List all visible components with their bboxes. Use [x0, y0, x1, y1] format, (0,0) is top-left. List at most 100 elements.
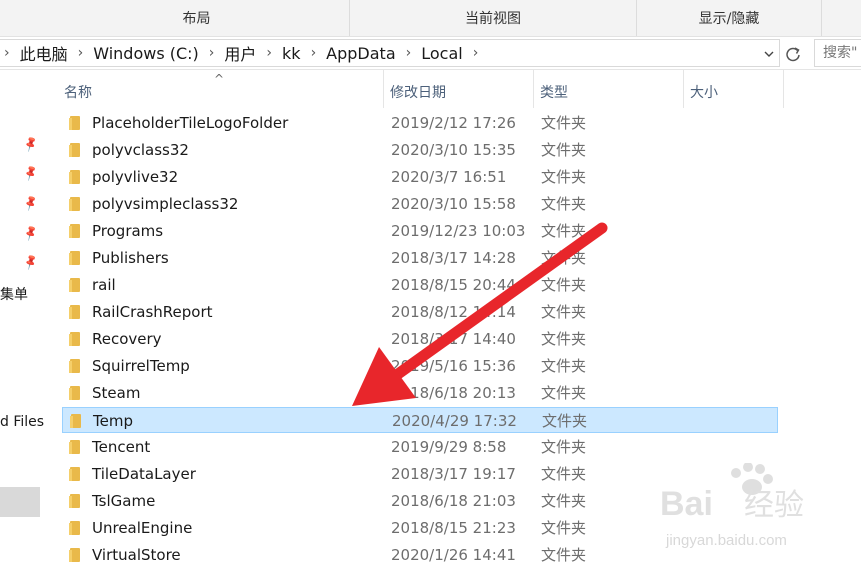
file-row[interactable]: RailCrashReport 2018/8/12 14:14 文件夹: [62, 299, 778, 325]
breadcrumb-item-local[interactable]: Local: [421, 44, 462, 63]
column-header-date[interactable]: 修改日期: [384, 70, 534, 108]
breadcrumb-item-appdata[interactable]: AppData: [326, 44, 395, 63]
file-name[interactable]: polyvclass32: [92, 137, 189, 163]
folder-icon: [69, 548, 80, 562]
folder-icon: [69, 521, 80, 535]
ribbon-group-layout[interactable]: 布局: [44, 0, 350, 36]
file-modified-date: 2019/2/12 17:26: [391, 114, 516, 132]
nav-item[interactable]: 集单: [0, 284, 28, 304]
file-modified-date: 2018/3/17 14:28: [391, 249, 516, 267]
file-modified-date: 2018/8/15 21:23: [391, 519, 516, 537]
file-type: 文件夹: [541, 492, 587, 510]
file-name[interactable]: PlaceholderTileLogoFolder: [92, 110, 288, 136]
file-row[interactable]: Programs 2019/12/23 10:03 文件夹: [62, 218, 778, 244]
file-name[interactable]: polyvlive32: [92, 164, 178, 190]
pin-icon[interactable]: 📌: [22, 194, 40, 212]
file-name[interactable]: Programs: [92, 218, 163, 244]
refresh-icon[interactable]: [782, 42, 804, 66]
file-name[interactable]: RailCrashReport: [92, 299, 213, 325]
ribbon-group-label: 显示/隐藏: [698, 11, 760, 27]
file-modified-date: 2018/8/12 14:14: [391, 303, 516, 321]
file-type: 文件夹: [541, 222, 587, 240]
file-type: 文件夹: [541, 276, 587, 294]
folder-icon: [69, 359, 80, 373]
pin-icon[interactable]: 📌: [22, 253, 40, 271]
file-modified-date: 2020/3/10 15:58: [391, 195, 516, 213]
file-name[interactable]: Tencent: [92, 434, 150, 460]
ribbon-group-label: 布局: [182, 11, 211, 27]
breadcrumb-item-drive-c[interactable]: Windows (C:): [93, 44, 199, 63]
search-input[interactable]: 搜索": [814, 39, 861, 67]
file-modified-date: 2018/6/18 21:03: [391, 492, 516, 510]
folder-icon: [69, 251, 80, 265]
breadcrumb-separator[interactable]: ›: [266, 45, 272, 61]
folder-icon: [69, 467, 80, 481]
watermark-brand: Bai: [660, 485, 713, 523]
ribbon-group-current-view[interactable]: 当前视图: [350, 0, 637, 36]
breadcrumb[interactable]: › 此电脑 › Windows (C:) › 用户 › kk › AppData…: [0, 39, 780, 67]
file-row[interactable]: rail 2018/8/15 20:44 文件夹: [62, 272, 778, 298]
file-type: 文件夹: [541, 195, 587, 213]
folder-icon: [69, 224, 80, 238]
pin-icon[interactable]: 📌: [22, 164, 40, 182]
file-row[interactable]: polyvclass32 2020/3/10 15:35 文件夹: [62, 137, 778, 163]
file-type: 文件夹: [541, 438, 587, 456]
file-type: 文件夹: [541, 141, 587, 159]
column-header-size[interactable]: 大小: [684, 70, 784, 108]
file-name[interactable]: TileDataLayer: [92, 461, 196, 487]
folder-icon: [69, 143, 80, 157]
breadcrumb-separator[interactable]: ›: [473, 45, 479, 61]
file-name[interactable]: polyvsimpleclass32: [92, 191, 238, 217]
column-header-type[interactable]: 类型: [534, 70, 684, 108]
file-type: 文件夹: [541, 249, 587, 267]
file-modified-date: 2020/1/26 14:41: [391, 546, 516, 564]
file-row[interactable]: Tencent 2019/9/29 8:58 文件夹: [62, 434, 778, 460]
file-type: 文件夹: [541, 465, 587, 483]
breadcrumb-separator[interactable]: ›: [406, 45, 412, 61]
pin-icon[interactable]: 📌: [22, 135, 40, 153]
nav-item-selected[interactable]: [0, 487, 40, 517]
file-name[interactable]: SquirrelTemp: [92, 353, 190, 379]
baidu-watermark-icon: Bai 经验 jingyan.baidu.com: [660, 463, 804, 549]
breadcrumb-item-kk[interactable]: kk: [282, 44, 301, 63]
file-type: 文件夹: [541, 384, 587, 402]
file-modified-date: 2018/8/15 20:44: [391, 276, 516, 294]
file-row[interactable]: Steam 2018/6/18 20:13 文件夹: [62, 380, 778, 406]
file-row[interactable]: polyvsimpleclass32 2020/3/10 15:58 文件夹: [62, 191, 778, 217]
ribbon-group-show-hide[interactable]: 显示/隐藏: [637, 0, 822, 36]
file-modified-date: 2018/6/18 20:13: [391, 384, 516, 402]
file-name[interactable]: Publishers: [92, 245, 169, 271]
file-row[interactable]: Recovery 2018/3/17 14:40 文件夹: [62, 326, 778, 352]
file-row[interactable]: PlaceholderTileLogoFolder 2019/2/12 17:26…: [62, 110, 778, 136]
file-name[interactable]: VirtualStore: [92, 542, 181, 568]
file-name[interactable]: Temp: [93, 408, 133, 434]
breadcrumb-item-users[interactable]: 用户: [224, 41, 256, 65]
breadcrumb-item-this-pc[interactable]: 此电脑: [20, 41, 68, 65]
file-row[interactable]: SquirrelTemp 2019/5/16 15:36 文件夹: [62, 353, 778, 379]
folder-icon: [70, 414, 81, 428]
file-row[interactable]: Publishers 2018/3/17 14:28 文件夹: [62, 245, 778, 271]
file-name[interactable]: Recovery: [92, 326, 162, 352]
file-name[interactable]: Steam: [92, 380, 140, 406]
chevron-down-icon[interactable]: [762, 47, 776, 61]
folder-icon: [69, 305, 80, 319]
breadcrumb-separator[interactable]: ›: [78, 45, 84, 61]
breadcrumb-separator[interactable]: ›: [209, 45, 215, 61]
file-name[interactable]: TslGame: [92, 488, 155, 514]
folder-icon: [69, 332, 80, 346]
breadcrumb-separator[interactable]: ›: [4, 45, 10, 61]
file-name[interactable]: UnrealEngine: [92, 515, 192, 541]
pin-icon[interactable]: 📌: [22, 224, 40, 242]
folder-icon: [69, 116, 80, 130]
file-row[interactable]: polyvlive32 2020/3/7 16:51 文件夹: [62, 164, 778, 190]
folder-icon: [69, 197, 80, 211]
folder-icon: [69, 494, 80, 508]
folder-icon: [69, 278, 80, 292]
file-row[interactable]: Temp 2020/4/29 17:32 文件夹: [62, 407, 778, 433]
file-name[interactable]: rail: [92, 272, 116, 298]
file-type: 文件夹: [541, 114, 587, 132]
column-header-label: 名称: [64, 85, 92, 101]
nav-item[interactable]: d Files: [0, 414, 44, 430]
file-type: 文件夹: [542, 412, 588, 430]
breadcrumb-separator[interactable]: ›: [311, 45, 317, 61]
